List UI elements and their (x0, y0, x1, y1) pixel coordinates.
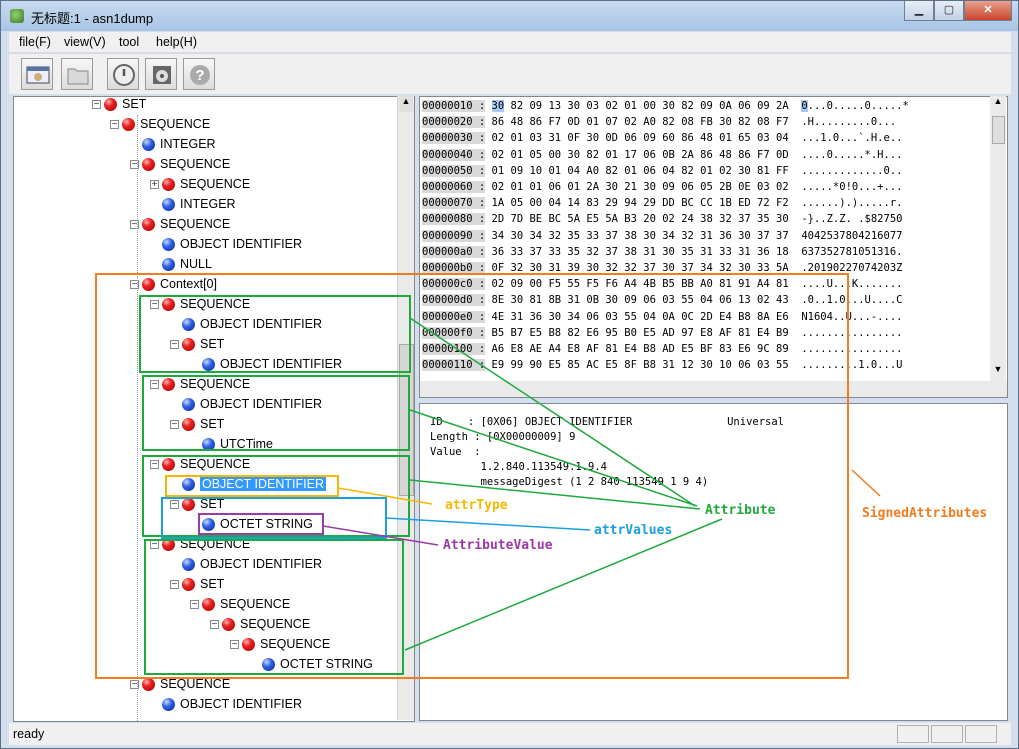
attrvalues-label: attrValues (594, 523, 673, 538)
signedattributes-label: SignedAttributes (862, 506, 988, 521)
attributevalue-label: AttributeValue (443, 538, 553, 553)
attrtype-label: attrType (445, 498, 508, 513)
attribute-leader-2 (409, 409, 698, 507)
attrtype-box (165, 475, 339, 497)
attribute-box-2 (142, 375, 410, 451)
attributevalue-box (198, 513, 324, 535)
attribute-box-1 (139, 295, 411, 373)
attribute-label: Attribute (705, 503, 776, 518)
annotation-overlay (95, 273, 881, 679)
signedattributes-leader (851, 469, 881, 497)
attrvalues-box (161, 497, 387, 539)
attribute-box-4 (144, 539, 404, 675)
attrvalues-leader (385, 517, 591, 531)
attribute-leader-1 (409, 317, 696, 507)
